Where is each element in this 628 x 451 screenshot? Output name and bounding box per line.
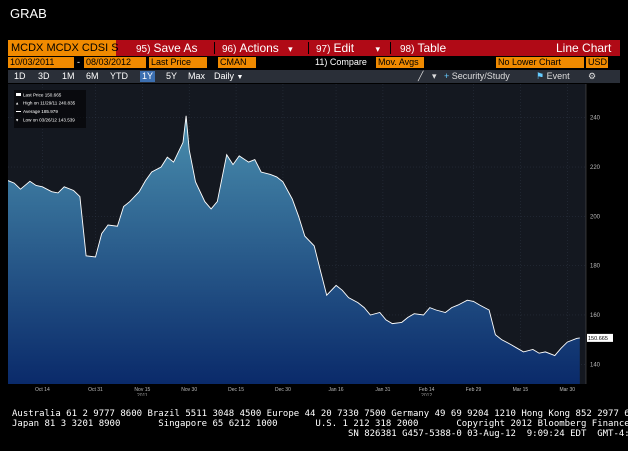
security-study-button[interactable]: + Security/Study xyxy=(444,71,510,82)
edit-chevron-down-icon: ▾ xyxy=(375,44,381,54)
x-tick-label: Dec 15 xyxy=(228,387,244,393)
y-tick-label: 240 xyxy=(590,116,601,122)
end-date-field[interactable]: 08/03/2012 xyxy=(84,57,146,68)
range-5y[interactable]: 5Y xyxy=(164,71,179,82)
compare-button[interactable]: 11) Compare xyxy=(315,57,367,68)
event-button[interactable]: ⚑ Event xyxy=(536,71,570,82)
x-tick-label: Mar 15 xyxy=(513,387,529,393)
edit-menu[interactable]: 97) Edit ▾ xyxy=(316,40,380,56)
y-axis: 140 160 180 200 220 240 150.665 xyxy=(585,84,613,384)
chart-type-label: Line Chart xyxy=(556,41,612,55)
function-toolbar: MCDX MCDX CDSI S 95) Save As 96) Actions ▾… xyxy=(8,40,620,56)
actions-label: Actions xyxy=(239,41,279,55)
date-separator: - xyxy=(77,57,80,67)
x-year-label: 2011 xyxy=(137,393,148,396)
table-label: Table xyxy=(417,41,447,55)
chevron-down-icon: ▼ xyxy=(236,74,244,81)
legend-high: High on 11/29/11 240.835 xyxy=(23,101,76,106)
x-tick-label: Dec 30 xyxy=(275,387,291,393)
range-1d[interactable]: 1D xyxy=(12,71,28,82)
frequency-select[interactable]: Daily ▼ xyxy=(212,71,245,82)
settings-gear-icon[interactable]: ⚙ xyxy=(588,71,596,82)
y-tick-label: 200 xyxy=(590,214,601,220)
footer-line-2: Japan 81 3 3201 8900 Singapore 65 6212 1… xyxy=(12,419,628,429)
parameter-bar: 10/03/2011 - 08/03/2012 Last Price CMAN … xyxy=(8,57,620,69)
x-year-label: 2012 xyxy=(421,393,432,396)
y-tick-label: 160 xyxy=(590,313,601,319)
legend-last-price: Last Price 150.665 xyxy=(23,93,62,98)
range-6m[interactable]: 6M xyxy=(84,71,101,82)
range-1m[interactable]: 1M xyxy=(60,71,77,82)
chevron-down-icon[interactable]: ▾ xyxy=(432,71,437,82)
y-tick-label: 180 xyxy=(590,264,601,270)
save-as-label: Save As xyxy=(153,41,198,55)
last-price-tag-label: 150.665 xyxy=(588,336,608,342)
y-tick-label: 220 xyxy=(590,165,601,171)
x-tick-label: Nov 30 xyxy=(181,387,197,393)
save-as-number: 95) xyxy=(136,44,151,55)
table-number: 98) xyxy=(400,44,415,55)
range-max[interactable]: Max xyxy=(186,71,207,82)
x-axis: Oct 14 Oct 31 Nov 15 Nov 30 Dec 15 Dec 30 Jan … xyxy=(35,387,575,396)
price-chart[interactable]: 140 160 180 200 220 240 150.665 Oct 14 Oct 31 No… xyxy=(8,84,620,396)
save-as-button[interactable]: 95) Save As xyxy=(136,40,197,56)
line-tool-icon[interactable]: ╱ xyxy=(418,71,423,82)
footer-contacts: Australia 61 2 9777 8600 Brazil 5511 304… xyxy=(12,409,628,439)
y-tick-label: 140 xyxy=(590,362,601,368)
actions-menu[interactable]: 96) Actions ▾ xyxy=(222,40,293,56)
toolbar-divider xyxy=(214,42,215,54)
table-button[interactable]: 98) Table xyxy=(400,40,446,56)
mov-avgs-select[interactable]: Mov. Avgs xyxy=(376,57,424,68)
currency-select[interactable]: USD xyxy=(586,57,608,68)
x-tick-label: Mar 30 xyxy=(559,387,575,393)
actions-number: 96) xyxy=(222,44,237,55)
legend-average: Average 185.979 xyxy=(23,109,58,114)
legend-low: Low on 03/26/12 143.539 xyxy=(23,118,75,123)
actions-chevron-down-icon: ▾ xyxy=(288,44,293,54)
range-bar: 1D 3D 1M 6M YTD 1Y 5Y Max Daily ▼ ╱ ▾ + … xyxy=(8,70,620,83)
x-tick-label: Oct 31 xyxy=(88,387,103,393)
flag-icon: ⚑ xyxy=(536,71,545,81)
x-tick-label: Jan 16 xyxy=(329,387,344,393)
legend: Last Price 150.665 ▴ High on 11/29/11 24… xyxy=(14,90,86,128)
edit-number: 97) xyxy=(316,44,331,55)
footer-line-3: SN 826381 G457-5388-0 03-Aug-12 9:09:24 … xyxy=(12,429,628,439)
x-tick-label: Oct 14 xyxy=(35,387,50,393)
x-tick-label: Feb 29 xyxy=(466,387,482,393)
footer-line-1: Australia 61 2 9777 8600 Brazil 5511 304… xyxy=(12,409,628,419)
start-date-field[interactable]: 10/03/2011 xyxy=(8,57,74,68)
security-study-label: Security/Study xyxy=(451,71,510,81)
x-tick-label: Jan 31 xyxy=(375,387,390,393)
lower-chart-select[interactable]: No Lower Chart xyxy=(496,57,584,68)
frequency-label: Daily xyxy=(214,71,235,81)
window-title: GRAB xyxy=(10,6,47,21)
plus-icon: + xyxy=(444,71,450,81)
range-1y[interactable]: 1Y xyxy=(140,71,156,82)
price-field-select[interactable]: Last Price xyxy=(149,57,207,68)
event-label: Event xyxy=(546,71,570,81)
range-3d[interactable]: 3D xyxy=(36,71,52,82)
toolbar-divider xyxy=(390,42,391,54)
ticker-field[interactable]: MCDX MCDX CDSI S xyxy=(8,40,119,56)
range-ytd[interactable]: YTD xyxy=(108,71,130,82)
chart-svg[interactable]: 140 160 180 200 220 240 150.665 Oct 14 Oct 31 No… xyxy=(8,84,620,396)
edit-label: Edit xyxy=(333,41,355,55)
legend-swatch-last xyxy=(16,93,21,96)
toolbar-divider xyxy=(308,42,309,54)
source-field[interactable]: CMAN xyxy=(218,57,256,68)
